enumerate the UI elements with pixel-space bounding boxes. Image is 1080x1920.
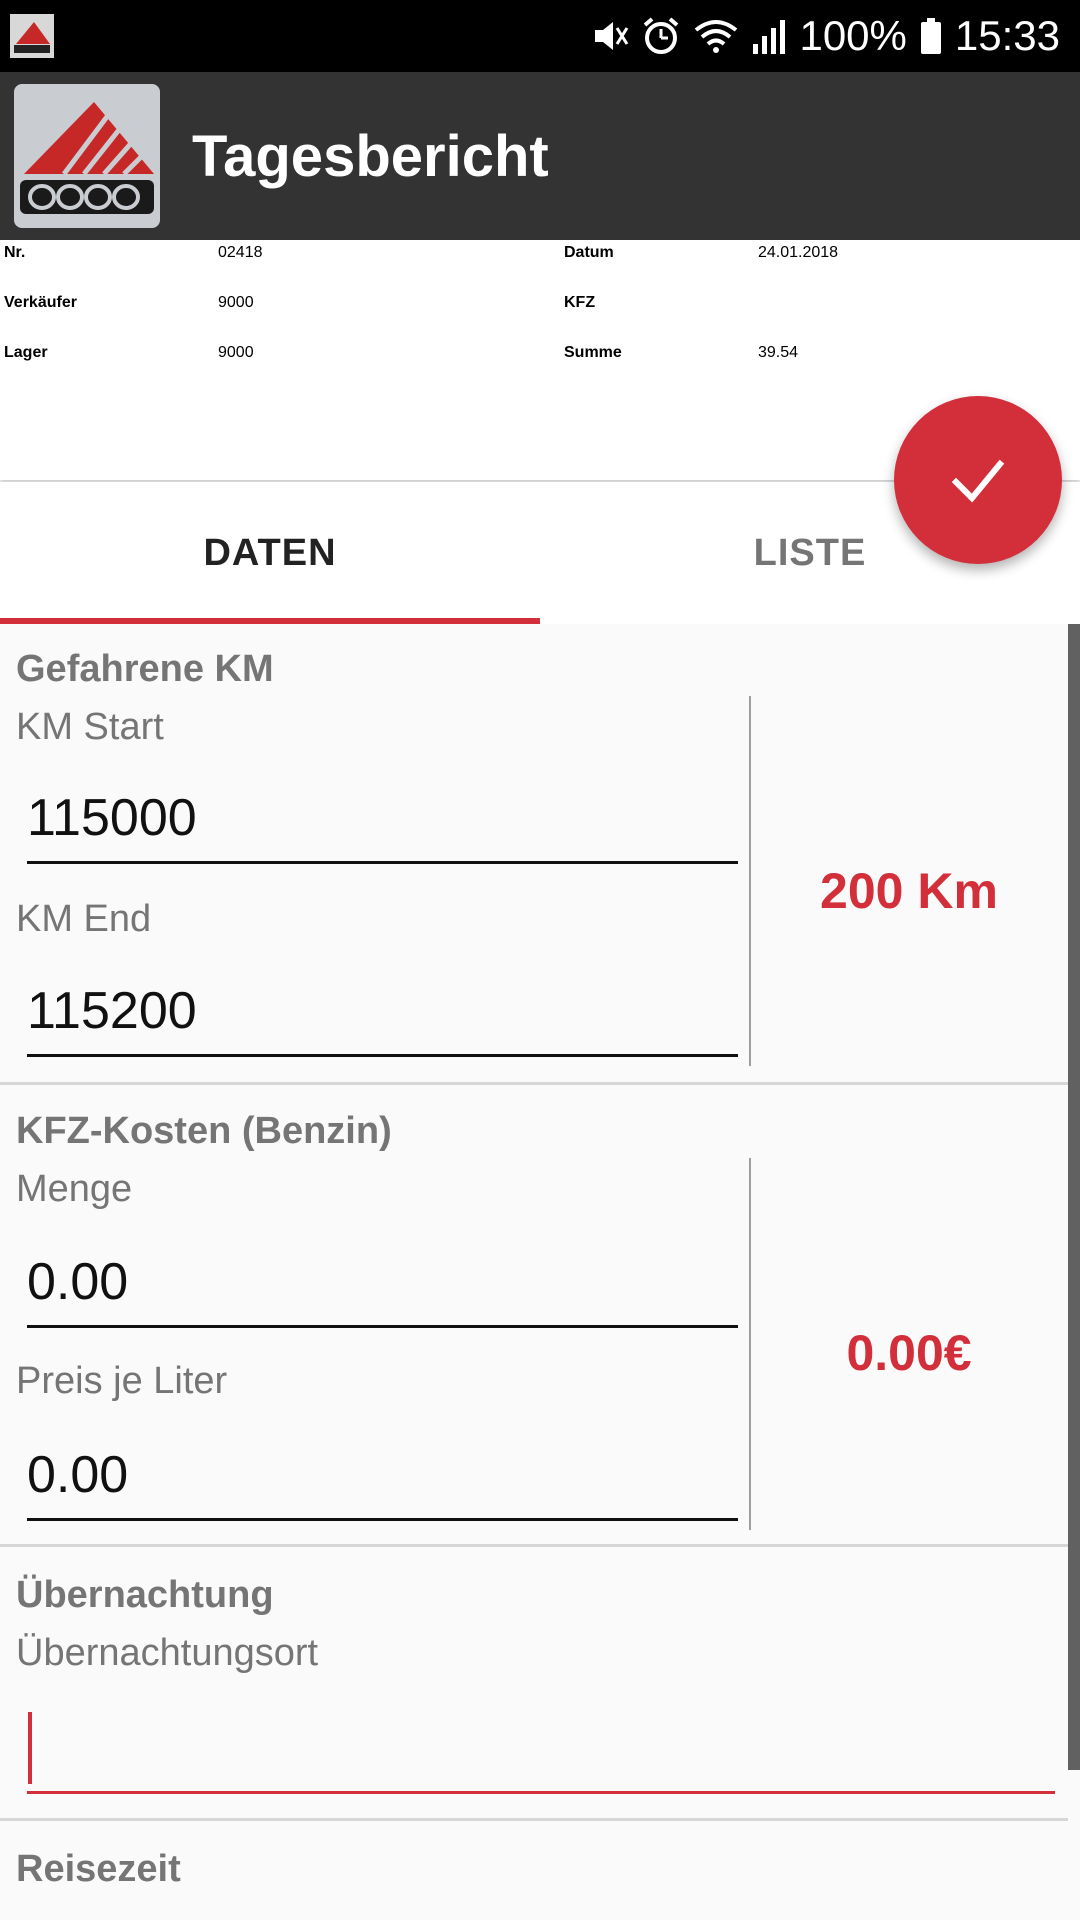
page-title: Tagesbericht xyxy=(192,123,549,189)
menge-input[interactable] xyxy=(27,1238,738,1328)
cosys-notification-icon xyxy=(10,14,54,58)
tab-daten-label: DATEN xyxy=(203,531,337,574)
battery-level: 100% xyxy=(799,12,907,59)
lager-value: 9000 xyxy=(218,344,254,361)
summe-label: Summe xyxy=(564,344,622,361)
lager-label: Lager xyxy=(4,344,48,361)
confirm-button[interactable] xyxy=(894,396,1062,564)
check-icon xyxy=(951,459,1005,503)
section-divider xyxy=(0,1082,1068,1085)
cosys-logo-icon xyxy=(14,84,160,228)
uebernachtung-section-title: Übernachtung xyxy=(16,1574,274,1616)
nr-label: Nr. xyxy=(4,244,26,261)
km-end-input[interactable] xyxy=(27,967,738,1057)
signal-icon xyxy=(751,16,787,56)
tab-liste-label: LISTE xyxy=(753,531,867,574)
km-end-label: KM End xyxy=(16,898,152,940)
status-bar: 100% 15:33 xyxy=(0,0,1080,72)
summe-value: 39.54 xyxy=(758,344,799,361)
kfz-label: KFZ xyxy=(564,294,596,311)
section-divider xyxy=(0,1544,1068,1547)
daten-form[interactable]: Gefahrene KM KM Start KM End 200 Km KFZ-… xyxy=(0,624,1080,1920)
battery-icon xyxy=(919,16,943,56)
preis-label: Preis je Liter xyxy=(16,1360,228,1402)
app-bar: Tagesbericht xyxy=(0,72,1080,240)
menge-label: Menge xyxy=(16,1168,133,1210)
verkaeufer-value: 9000 xyxy=(218,294,254,311)
mute-icon xyxy=(589,16,629,56)
status-indicators: 100% 15:33 xyxy=(589,0,1060,72)
verkaeufer-label: Verkäufer xyxy=(4,294,77,311)
scrollbar[interactable] xyxy=(1068,624,1080,1770)
tab-daten[interactable]: DATEN xyxy=(0,482,540,624)
clock: 15:33 xyxy=(954,12,1060,59)
kfz-kosten-result: 0.00€ xyxy=(846,1325,972,1381)
alarm-icon xyxy=(641,16,681,56)
uebernachtungsort-input[interactable] xyxy=(27,1704,1055,1794)
km-result: 200 Km xyxy=(820,863,998,919)
wifi-icon xyxy=(693,16,739,56)
section-divider xyxy=(0,1818,1068,1821)
datum-label: Datum xyxy=(564,244,614,261)
preis-input[interactable] xyxy=(27,1431,738,1521)
uebernachtungsort-label: Übernachtungsort xyxy=(16,1632,319,1674)
datum-value: 24.01.2018 xyxy=(758,244,839,261)
kfz-kosten-section-title: KFZ-Kosten (Benzin) xyxy=(16,1110,392,1152)
km-start-label: KM Start xyxy=(16,706,164,748)
km-start-input[interactable] xyxy=(27,774,738,864)
km-section-title: Gefahrene KM xyxy=(16,648,274,690)
text-cursor xyxy=(28,1712,32,1784)
reisezeit-section-title: Reisezeit xyxy=(16,1848,181,1890)
nr-value: 02418 xyxy=(218,244,263,261)
